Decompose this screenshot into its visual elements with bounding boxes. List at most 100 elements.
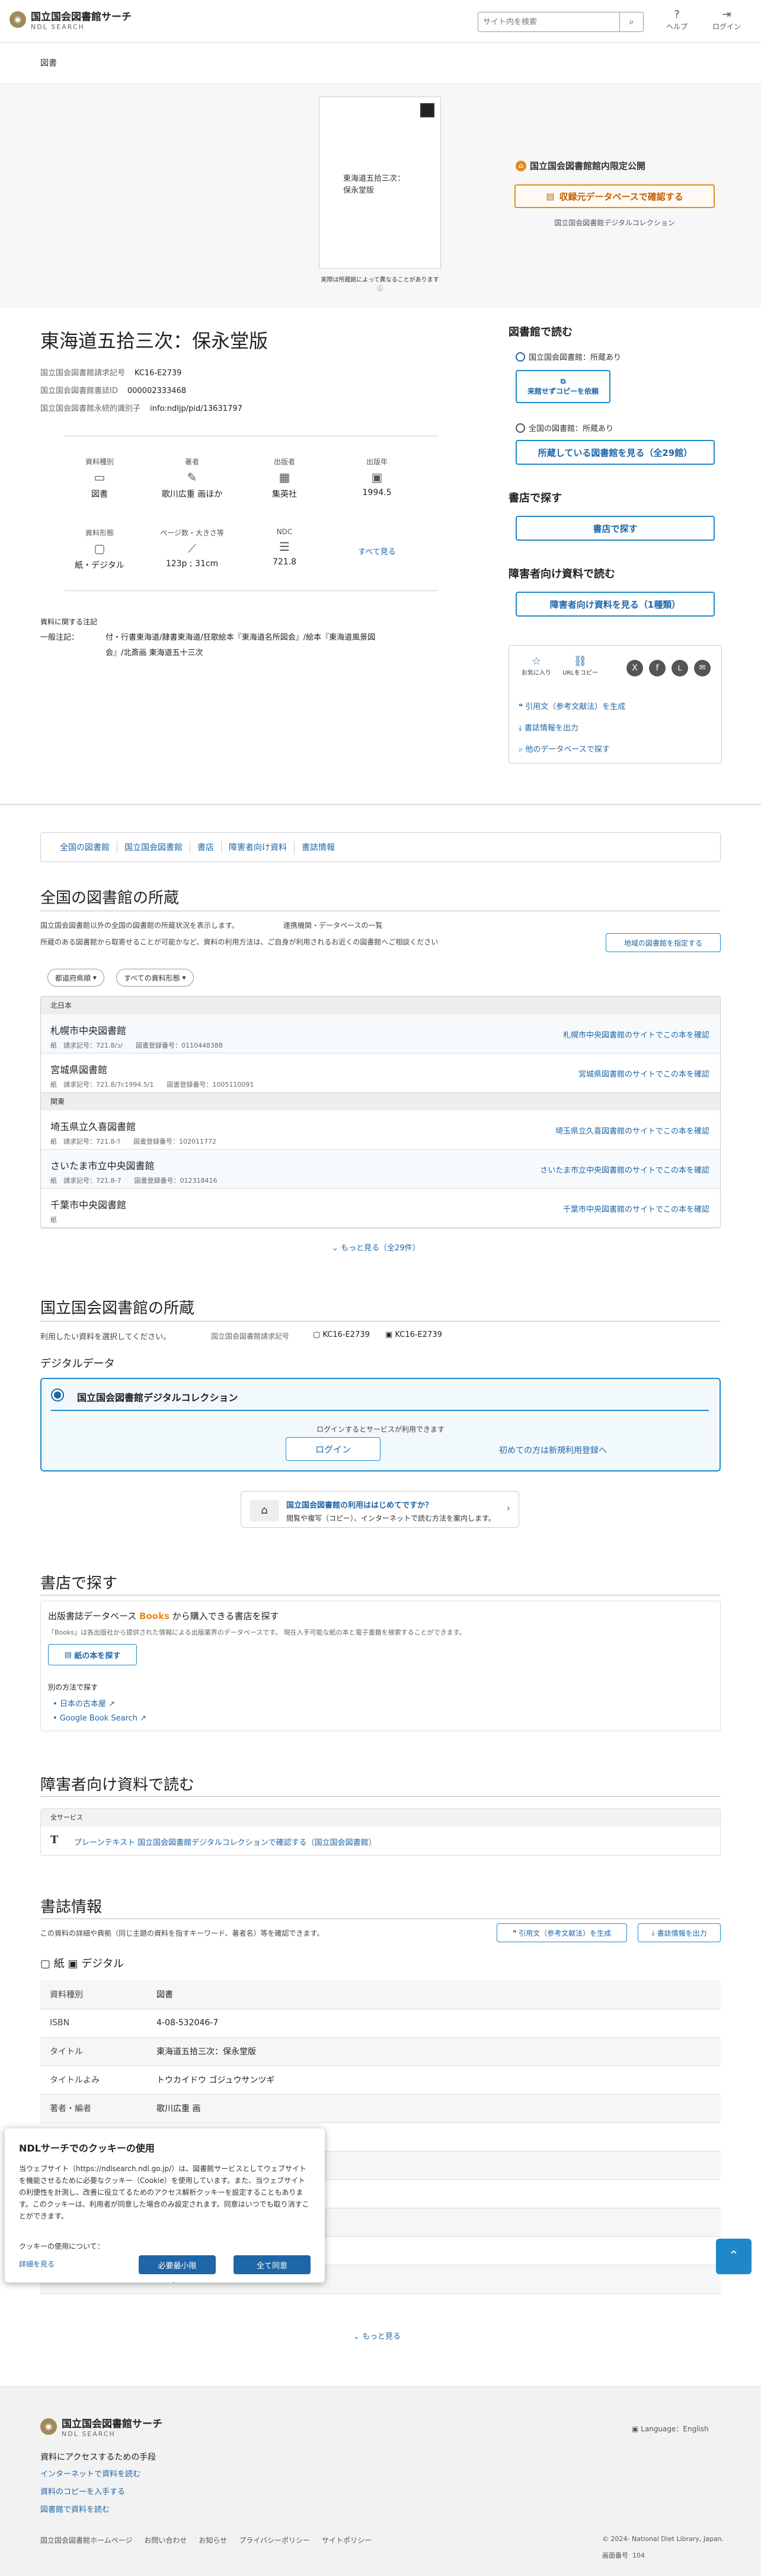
export-button[interactable]: ⤓ 書誌情報を出力: [638, 1923, 721, 1942]
library-link[interactable]: 宮城県図書館のサイトでこの本を確認: [578, 1068, 709, 1079]
chevron-down-icon: ⌄: [332, 1244, 338, 1253]
partner-list-link[interactable]: 連携機関・データベースの一覧: [283, 920, 382, 930]
plaintext-link[interactable]: プレーンテキスト 国立国会図書館デジタルコレクションで確認する（国立国会図書館）: [74, 1836, 376, 1847]
meta-callno: 国立国会図書館請求記号 KC16-E2739: [40, 369, 182, 378]
tab-ndl[interactable]: 国立国会図書館: [117, 841, 190, 853]
search-input[interactable]: [478, 12, 619, 31]
favorite-button[interactable]: ☆ お気に入り: [519, 655, 554, 676]
ruler-icon: ⟋: [188, 541, 196, 556]
document-icon: ▢: [40, 1958, 51, 1970]
footer-link-read[interactable]: インターネットで資料を読む: [40, 2468, 140, 2479]
info-icon[interactable]: ⓘ: [377, 286, 383, 292]
meta-pid: 国立国会図書館永続的識別子 info:ndljp/pid/13631797: [40, 404, 242, 413]
set-region-button[interactable]: 地域の図書館を指定する: [606, 933, 721, 952]
copy-request-button[interactable]: ⧉ 来館せずコピーを依頼: [516, 370, 610, 403]
library-icon: [516, 423, 525, 433]
kosho-link[interactable]: • 日本の古本屋 ↗: [53, 1697, 115, 1709]
footer-link[interactable]: お知らせ: [199, 2535, 227, 2545]
tab-store[interactable]: 書店: [190, 841, 222, 853]
page-number: 画面番号 104: [602, 2552, 645, 2559]
back-to-top-button[interactable]: ⌃: [716, 2239, 752, 2274]
ndl-desc: 利用したい資料を選択してください。: [40, 1333, 171, 1342]
show-more-libraries[interactable]: ⌄ もっと見る（全29件）: [332, 1241, 420, 1253]
library-link[interactable]: 札幌市中央図書館のサイトでこの本を確認: [563, 1029, 709, 1040]
register-link[interactable]: 初めての方は新規利用登録へ: [499, 1444, 607, 1456]
library-item: 宮城県図書館紙 請求記号：721.8/7c1994.5/1 図書登録番号：100…: [41, 1054, 720, 1093]
help-icon: ?: [674, 8, 680, 21]
national-title: 全国の図書館の所蔵: [40, 889, 180, 907]
material-form-dropdown[interactable]: すべての資料形態 ▾: [116, 969, 194, 987]
check-source-db-button[interactable]: ▤ 収録元データベースで確認する: [514, 184, 715, 208]
see-all-link[interactable]: すべて見る: [341, 545, 413, 557]
show-more-biblio[interactable]: ⌄ もっと見る: [353, 2330, 401, 2341]
cookie-accept-button[interactable]: 全て同意: [234, 2255, 311, 2274]
cite-link[interactable]: ❝ 引用文（参考文献法）を生成: [519, 700, 625, 711]
download-icon: ⤓: [651, 1928, 655, 1937]
footer-logo[interactable]: ◉ 国立国会図書館サーチ NDL SEARCH: [40, 2415, 162, 2438]
copy-url-button[interactable]: ⛓ URLをコピー: [562, 655, 598, 676]
footer-link[interactable]: お問い合わせ: [144, 2535, 187, 2545]
help-button[interactable]: ? ヘルプ: [659, 8, 695, 31]
footer-link-library[interactable]: 図書館で資料を読む: [40, 2503, 110, 2514]
cookie-details-link[interactable]: 詳細を見る: [19, 2259, 55, 2269]
copyright: © 2024- National Diet Library, Japan.: [602, 2535, 724, 2543]
book-icon: ▤: [64, 1650, 72, 1659]
cite-button[interactable]: ❝ 引用文（参考文献法）を生成: [497, 1923, 627, 1942]
first-time-info[interactable]: ⌂ 国立国会図書館の利用ははじめてですか？ 閲覧や複写（コピー）、インターネット…: [241, 1491, 519, 1528]
table-row: 著者・編者 歌川広重 画: [40, 2094, 721, 2123]
footer-link[interactable]: プライバシーポリシー: [239, 2535, 310, 2545]
tab-accessible[interactable]: 障害者向け資料: [222, 841, 295, 853]
table-row: タイトル 東海道五拾三次：保永堂版: [40, 2037, 721, 2066]
google-books-link[interactable]: • Google Book Search ↗: [53, 1714, 146, 1723]
store-search-button[interactable]: 書店で探す: [516, 516, 715, 541]
help-label: ヘルプ: [666, 23, 688, 31]
accessible-button[interactable]: 障害者向け資料を見る（1種類）: [516, 592, 715, 617]
ndl-icon: [516, 352, 525, 362]
building-icon: ⌂: [516, 160, 526, 171]
collection-radio[interactable]: [51, 1388, 64, 1402]
line-share-icon[interactable]: L: [672, 660, 688, 676]
item-thumbnail[interactable]: 東海道五拾三次： 保永堂版: [319, 97, 441, 269]
footer-link-copy[interactable]: 資料のコピーを入手する: [40, 2485, 125, 2497]
cookie-necessary-button[interactable]: 必要最小限: [139, 2255, 216, 2274]
ndl-callno-label: 国立国会図書館請求記号: [211, 1332, 290, 1340]
library-link[interactable]: 埼玉県立久喜図書館のサイトでこの本を確認: [555, 1125, 709, 1136]
library-link[interactable]: さいたま市立中央図書館のサイトでこの本を確認: [540, 1164, 709, 1175]
footer-link[interactable]: 国立国会図書館ホームページ: [40, 2535, 132, 2545]
library-link[interactable]: 千葉市中央図書館のサイトでこの本を確認: [563, 1203, 709, 1214]
language-icon: ▣: [632, 2425, 639, 2433]
site-logo[interactable]: ◉ 国立国会図書館サーチ NDL SEARCH: [9, 8, 132, 31]
library-item: 埼玉県立久喜図書館紙 請求記号：721.8-ｳ 図書登録番号：102011772…: [41, 1110, 720, 1150]
sort-prefecture-dropdown[interactable]: 都道府県順 ▾: [47, 969, 104, 987]
text-icon: T: [50, 1834, 59, 1846]
all-libraries-button[interactable]: 所蔵している図書館を見る（全29館）: [516, 440, 715, 465]
search-button[interactable]: ⌕: [619, 12, 643, 31]
ndl-callno-paper: ▢ KC16-E2739: [313, 1330, 370, 1339]
export-link[interactable]: ⤓ 書誌情報を出力: [519, 722, 578, 733]
collection-title: 国立国会図書館デジタルコレクション: [77, 1392, 238, 1403]
thumb-note: 実際は所蔵館によって異なることがあります ⓘ: [321, 277, 439, 292]
tab-biblio[interactable]: 書誌情報: [295, 841, 342, 853]
login-button[interactable]: ⇥ ログイン: [709, 8, 744, 31]
item-hero: 東海道五拾三次： 保永堂版 実際は所蔵館によって異なることがあります ⓘ ⌂ 国立国会…: [0, 83, 761, 308]
other-db-link[interactable]: ⌕ 他のデータベースで探す: [519, 743, 610, 754]
language-switch[interactable]: ▣ Language：English: [632, 2424, 709, 2434]
arrow-up-icon: ⌃: [728, 2249, 740, 2264]
facebook-share-icon[interactable]: f: [649, 660, 666, 676]
breadcrumb[interactable]: 図書: [40, 57, 57, 69]
summary-size: ページ数・大きさ等 ⟋ 123p ; 31cm: [156, 528, 228, 569]
x-share-icon[interactable]: X: [626, 660, 643, 676]
store-desc: 「Books」は各出版社から提供された情報による出版業界のデータベースです。 現…: [48, 1629, 466, 1636]
login-label: ログイン: [712, 23, 741, 31]
footer-link[interactable]: サイトポリシー: [322, 2535, 372, 2545]
ndl-login-button[interactable]: ログイン: [286, 1437, 380, 1461]
mail-share-icon[interactable]: ✉: [694, 660, 711, 676]
library-item: 千葉市中央図書館紙千葉市中央図書館のサイトでこの本を確認: [41, 1189, 720, 1228]
store-box: 出版書誌データベース Books から購入できる書店を探す 「Books」は各出…: [40, 1601, 721, 1731]
tab-national[interactable]: 全国の図書館: [53, 841, 117, 853]
find-paper-book-button[interactable]: ▤ 紙の本を探す: [48, 1644, 137, 1665]
chevron-down-icon: ⌄: [353, 2332, 360, 2341]
item-title: 東海道五拾三次：保永堂版: [40, 330, 268, 352]
login-icon: ⇥: [722, 8, 731, 21]
biblio-title: 書誌情報: [40, 1898, 103, 1916]
